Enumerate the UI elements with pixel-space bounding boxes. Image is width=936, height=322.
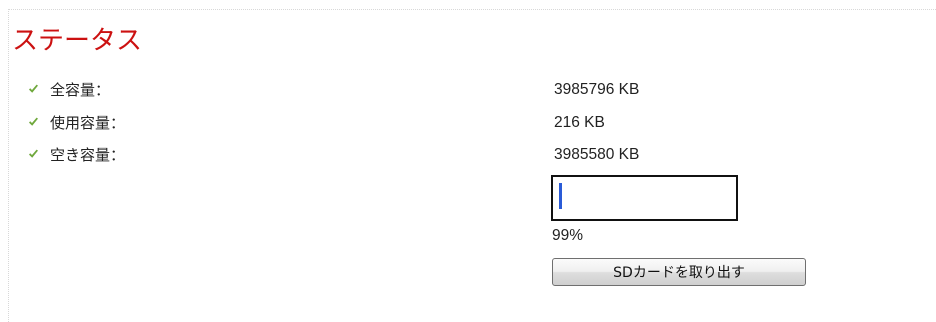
status-row-used: 使用容量： 216 KB: [0, 113, 936, 133]
check-icon: [29, 84, 38, 93]
free-capacity-value: 3985580 KB: [554, 146, 640, 163]
status-row-free: 空き容量： 3985580 KB: [0, 145, 936, 165]
check-icon: [29, 117, 38, 126]
free-capacity-label: 空き容量：: [50, 146, 126, 164]
left-divider: [8, 9, 9, 322]
used-capacity-label: 使用容量：: [50, 114, 126, 132]
top-divider: [8, 9, 936, 10]
storage-usage-fill: [559, 183, 562, 209]
eject-sd-card-button[interactable]: SDカードを取り出す: [552, 258, 806, 286]
total-capacity-value: 3985796 KB: [554, 81, 640, 98]
page-title: ステータス: [12, 26, 143, 56]
free-percentage: 99%: [552, 227, 584, 244]
total-capacity-label: 全容量：: [50, 81, 111, 99]
storage-usage-bar: [551, 175, 738, 221]
check-icon: [29, 149, 38, 158]
status-row-total: 全容量： 3985796 KB: [0, 80, 936, 100]
used-capacity-value: 216 KB: [554, 114, 605, 131]
